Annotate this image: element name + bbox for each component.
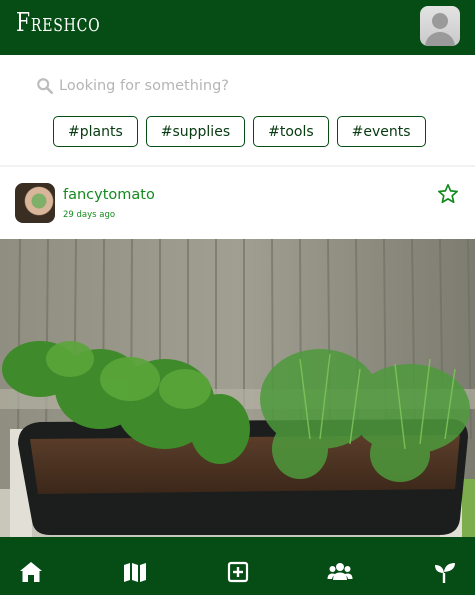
avatar-head-shape <box>432 13 448 29</box>
add-post-icon[interactable] <box>225 559 251 585</box>
top-app-bar: Freshco <box>0 0 475 55</box>
search-icon <box>37 78 54 95</box>
avatar-body-shape <box>425 32 455 46</box>
tag-plants[interactable]: #plants <box>53 116 138 147</box>
post-username[interactable]: fancytomato <box>63 187 155 203</box>
search-bar[interactable] <box>36 75 436 97</box>
tag-filter-list: #plants #supplies #tools #events <box>53 116 426 147</box>
app-brand-title[interactable]: Freshco <box>16 8 100 38</box>
user-avatar-icon[interactable] <box>420 6 460 46</box>
garden-planter-photo <box>0 239 475 537</box>
bottom-navigation <box>0 537 475 595</box>
map-icon[interactable] <box>122 559 148 585</box>
sprout-icon[interactable] <box>432 559 458 585</box>
post-timestamp: 29 days ago <box>63 210 116 220</box>
post-header: fancytomato 29 days ago <box>0 167 475 239</box>
tag-events[interactable]: #events <box>336 116 426 147</box>
post-author-avatar[interactable] <box>15 183 55 223</box>
star-icon[interactable] <box>437 183 459 205</box>
tag-tools[interactable]: #tools <box>253 116 329 147</box>
tag-supplies[interactable]: #supplies <box>145 116 246 147</box>
search-section: #plants #supplies #tools #events <box>0 55 475 165</box>
post-image[interactable] <box>0 239 475 537</box>
community-icon[interactable] <box>327 559 353 585</box>
home-icon[interactable] <box>18 559 44 585</box>
search-input[interactable] <box>59 78 409 94</box>
